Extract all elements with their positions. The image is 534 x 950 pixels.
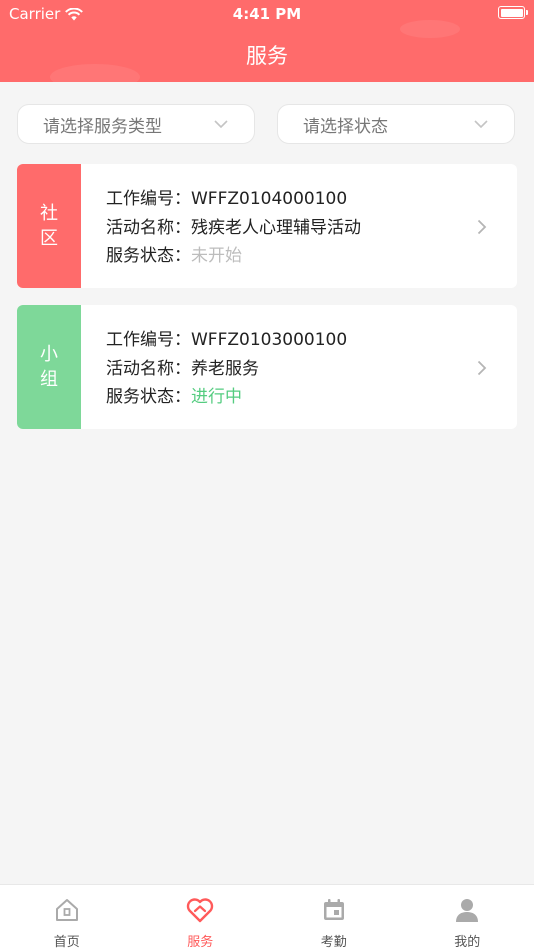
work-number-row: 工作编号：WFFZ0103000100 [106,326,347,355]
work-number-value: WFFZ0103000100 [191,330,348,350]
chevron-down-icon [474,120,488,128]
status-placeholder: 请选择状态 [303,116,388,137]
service-status-row: 服务状态：未开始 [106,242,361,271]
chevron-down-icon [214,120,228,128]
home-icon [55,899,78,921]
work-number-label: 工作编号： [106,330,191,350]
work-number-value: WFFZ0104000100 [191,189,348,209]
service-card[interactable]: 小 组 工作编号：WFFZ0103000100 活动名称：养老服务 服务状态：进… [17,305,517,429]
service-category-tag: 社 区 [17,164,81,288]
activity-name-row: 活动名称：养老服务 [106,355,347,384]
service-status-label: 服务状态： [106,246,191,266]
service-status-label: 服务状态： [106,387,191,407]
activity-name-label: 活动名称： [106,217,191,238]
tab-label: 服务 [187,935,214,950]
tab-attendance[interactable]: 考勤 [267,885,401,950]
service-status-value: 未开始 [191,246,242,266]
header: Carrier 4:41 PM 服务 [0,0,534,82]
status-dropdown[interactable]: 请选择状态 [277,104,515,144]
tab-mine[interactable]: 我的 [401,885,534,950]
service-type-placeholder: 请选择服务类型 [43,116,162,137]
tag-char: 小 [40,344,58,365]
activity-name-value: 养老服务 [191,358,259,379]
tag-char: 组 [40,369,58,390]
clock: 4:41 PM [232,5,302,23]
tab-label: 我的 [454,935,481,950]
service-card[interactable]: 社 区 工作编号：WFFZ0104000100 活动名称：残疾老人心理辅导活动 … [17,164,517,288]
status-bar: Carrier 4:41 PM [0,0,534,28]
tab-home[interactable]: 首页 [0,885,134,950]
chevron-right-icon [477,219,487,235]
tab-bar: 首页 服务 考勤 我的 [0,884,534,950]
heart-icon [187,898,214,923]
battery-icon [498,6,528,19]
tag-char: 社 [40,203,58,224]
service-type-dropdown[interactable]: 请选择服务类型 [17,104,255,144]
page-title: 服务 [246,44,288,68]
tab-label: 考勤 [320,935,347,950]
user-icon [456,899,479,922]
tag-char: 区 [40,228,58,249]
tab-label: 首页 [53,935,80,950]
service-status-row: 服务状态：进行中 [106,383,347,412]
activity-name-row: 活动名称：残疾老人心理辅导活动 [106,214,361,243]
activity-name-value: 残疾老人心理辅导活动 [191,217,361,238]
work-number-label: 工作编号： [106,189,191,209]
service-status-value: 进行中 [191,387,242,407]
service-category-tag: 小 组 [17,305,81,429]
calendar-icon [323,899,344,920]
chevron-right-icon [477,360,487,376]
tab-service[interactable]: 服务 [134,885,268,950]
activity-name-label: 活动名称： [106,358,191,379]
work-number-row: 工作编号：WFFZ0104000100 [106,185,361,214]
